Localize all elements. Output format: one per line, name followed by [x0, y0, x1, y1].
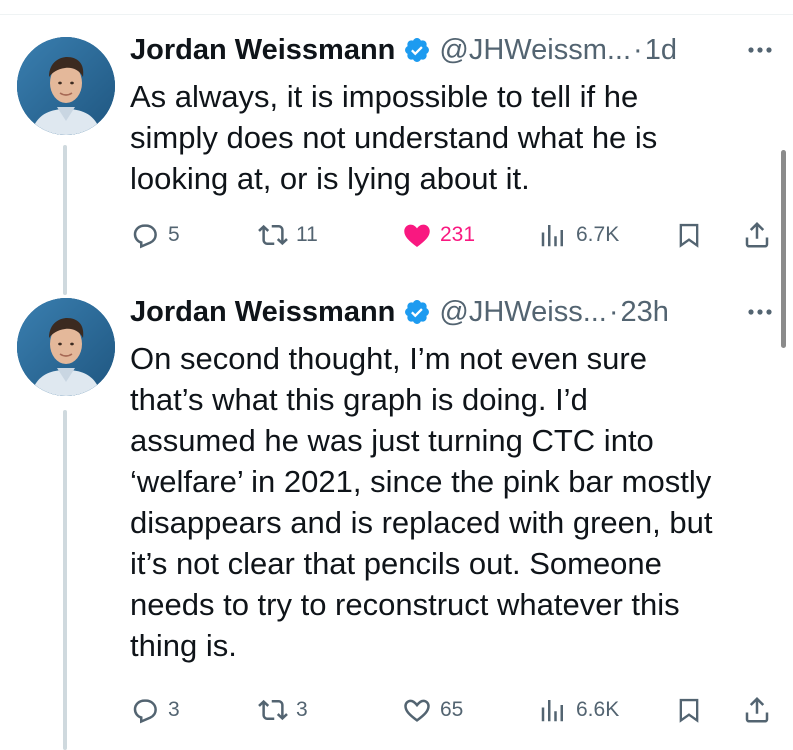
bookmark-icon: [675, 695, 703, 725]
repost-button[interactable]: 3: [258, 690, 308, 730]
verified-badge-icon: [403, 298, 431, 326]
thread-connector: [63, 410, 67, 750]
tweet-text-line: looking at, or is lying about it.: [130, 161, 530, 196]
tweet-header: Jordan Weissmann @JHWeissm... · 1d: [130, 30, 677, 70]
timestamp[interactable]: 1d: [645, 34, 677, 67]
verified-badge-icon: [403, 36, 431, 64]
author-handle[interactable]: @JHWeissm...: [439, 34, 631, 67]
author-handle[interactable]: @JHWeiss...: [439, 296, 606, 329]
tweet-text: As always, it is impossible to tell if h…: [130, 76, 775, 199]
scrollbar[interactable]: [781, 150, 786, 348]
repost-count: 11: [296, 223, 318, 246]
separator: ·: [608, 295, 619, 328]
views-icon: [538, 695, 568, 725]
reply-button[interactable]: 3: [130, 690, 180, 730]
tweet-actions: 3 3 65 6.6K: [130, 690, 780, 730]
like-icon: [402, 695, 432, 725]
views-icon: [538, 220, 568, 250]
avatar[interactable]: [17, 37, 115, 135]
tweet-text-line: On second thought, I’m not even sure: [130, 341, 647, 376]
views-count: 6.7K: [576, 223, 620, 246]
bookmark-button[interactable]: [675, 215, 703, 255]
tweet-text-line: simply does not understand what he is: [130, 120, 658, 155]
views-button[interactable]: 6.6K: [538, 690, 619, 730]
bookmark-button[interactable]: [675, 690, 703, 730]
tweet-header: Jordan Weissmann @JHWeiss... · 23h: [130, 292, 669, 332]
like-icon: [402, 220, 432, 250]
tweet-text-line: As always, it is impossible to tell if h…: [130, 79, 639, 114]
share-icon: [742, 220, 772, 250]
avatar[interactable]: [17, 298, 115, 396]
repost-icon: [258, 220, 288, 250]
top-divider: [0, 14, 793, 15]
timestamp[interactable]: 23h: [621, 296, 669, 329]
views-button[interactable]: 6.7K: [538, 215, 619, 255]
repost-icon: [258, 695, 288, 725]
share-button[interactable]: [742, 215, 772, 255]
like-count: 65: [440, 698, 464, 721]
separator: ·: [633, 33, 643, 66]
tweet-text-line: that’s what this graph is doing. I’d: [130, 382, 588, 417]
reply-icon: [130, 695, 160, 725]
tweet-text-line: assumed he was just turning CTC into: [130, 423, 654, 458]
tweet-text-line: needs to try to reconstruct whatever thi…: [130, 587, 680, 622]
bookmark-icon: [675, 220, 703, 250]
like-count: 231: [440, 223, 476, 246]
share-icon: [742, 695, 772, 725]
repost-count: 3: [296, 698, 308, 721]
author-name[interactable]: Jordan Weissmann: [130, 296, 395, 329]
views-count: 6.6K: [576, 698, 620, 721]
reply-icon: [130, 220, 160, 250]
author-name[interactable]: Jordan Weissmann: [130, 34, 395, 67]
like-button[interactable]: 231: [402, 215, 475, 255]
tweet-text-line: disappears and is replaced with green, b…: [130, 505, 713, 540]
tweet-text: On second thought, I’m not even sure tha…: [130, 338, 775, 666]
reply-count: 5: [168, 223, 180, 246]
tweet-actions: 5 11 231 6.7K: [130, 215, 780, 255]
share-button[interactable]: [742, 690, 772, 730]
tweet-text-line: it’s not clear that pencils out. Someone: [130, 546, 662, 581]
reply-button[interactable]: 5: [130, 215, 180, 255]
thread-connector: [63, 145, 67, 295]
tweet-text-line: thing is.: [130, 628, 237, 663]
more-icon[interactable]: [747, 292, 773, 332]
tweet-text-line: ‘welfare’ in 2021, since the pink bar mo…: [130, 464, 712, 499]
more-icon[interactable]: [747, 30, 773, 70]
repost-button[interactable]: 11: [258, 215, 318, 255]
reply-count: 3: [168, 698, 180, 721]
like-button[interactable]: 65: [402, 690, 463, 730]
